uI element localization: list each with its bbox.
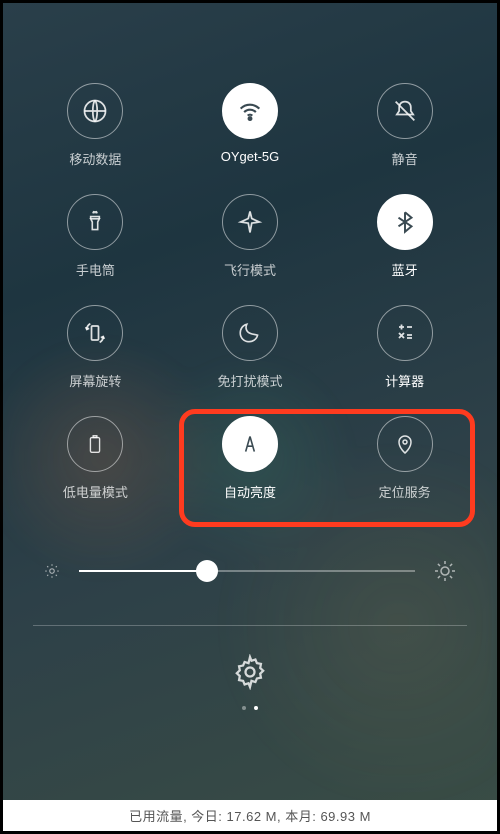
bell-off-icon xyxy=(377,83,433,139)
slider-fill xyxy=(79,570,207,572)
battery-icon xyxy=(67,416,123,472)
tile-battery-saver[interactable]: 低电量模式 xyxy=(63,416,128,501)
moon-icon xyxy=(222,305,278,361)
flashlight-icon xyxy=(67,194,123,250)
globe-icon xyxy=(67,83,123,139)
brightness-low-icon xyxy=(43,562,61,580)
tile-mobile-data[interactable]: 移动数据 xyxy=(67,83,123,168)
usage-prefix: 已用流量, 今日: xyxy=(129,809,226,824)
tile-label: 定位服务 xyxy=(379,482,431,501)
tile-airplane[interactable]: 飞行模式 xyxy=(222,194,278,279)
tile-bluetooth[interactable]: 蓝牙 xyxy=(377,194,433,279)
tile-label: 自动亮度 xyxy=(224,482,276,501)
tile-rotation[interactable]: 屏幕旋转 xyxy=(67,305,123,390)
bluetooth-icon xyxy=(377,194,433,250)
tile-auto-brightness[interactable]: 自动亮度 xyxy=(222,416,278,501)
usage-mid: , 本月: xyxy=(277,809,320,824)
tile-label: 手电筒 xyxy=(76,260,115,279)
tile-silent[interactable]: 静音 xyxy=(377,83,433,168)
page-indicator xyxy=(33,706,467,710)
rotation-icon xyxy=(67,305,123,361)
tile-label: OYget-5G xyxy=(221,149,280,164)
brightness-slider-row xyxy=(33,559,467,583)
slider-thumb[interactable] xyxy=(196,560,218,582)
airplane-icon xyxy=(222,194,278,250)
tile-label: 蓝牙 xyxy=(392,260,418,279)
auto-brightness-icon xyxy=(222,416,278,472)
data-usage-bar: 已用流量, 今日: 17.62 M, 本月: 69.93 M xyxy=(3,800,497,831)
tile-label: 屏幕旋转 xyxy=(69,371,121,390)
tile-label: 低电量模式 xyxy=(63,482,128,501)
quick-settings-grid: 移动数据 OYget-5G 静音 手电筒 飞行模式 xyxy=(33,83,467,501)
location-icon xyxy=(377,416,433,472)
brightness-slider[interactable] xyxy=(79,570,415,572)
tile-label: 免打扰模式 xyxy=(217,371,282,390)
settings-button[interactable] xyxy=(232,654,268,690)
usage-today: 17.62 M xyxy=(227,809,277,824)
tile-label: 计算器 xyxy=(385,371,424,390)
tile-label: 静音 xyxy=(392,149,418,168)
divider xyxy=(33,625,467,626)
page-dot-active xyxy=(254,706,258,710)
tile-label: 移动数据 xyxy=(69,149,121,168)
quick-settings-panel: 移动数据 OYget-5G 静音 手电筒 飞行模式 xyxy=(3,3,497,831)
tile-location[interactable]: 定位服务 xyxy=(377,416,433,501)
calculator-icon xyxy=(377,305,433,361)
wifi-icon xyxy=(222,83,278,139)
usage-month: 69.93 M xyxy=(320,809,370,824)
tile-dnd[interactable]: 免打扰模式 xyxy=(217,305,282,390)
tile-wifi[interactable]: OYget-5G xyxy=(221,83,280,168)
tile-calculator[interactable]: 计算器 xyxy=(377,305,433,390)
page-dot xyxy=(242,706,246,710)
tile-label: 飞行模式 xyxy=(224,260,276,279)
brightness-high-icon xyxy=(433,559,457,583)
tile-flashlight[interactable]: 手电筒 xyxy=(67,194,123,279)
